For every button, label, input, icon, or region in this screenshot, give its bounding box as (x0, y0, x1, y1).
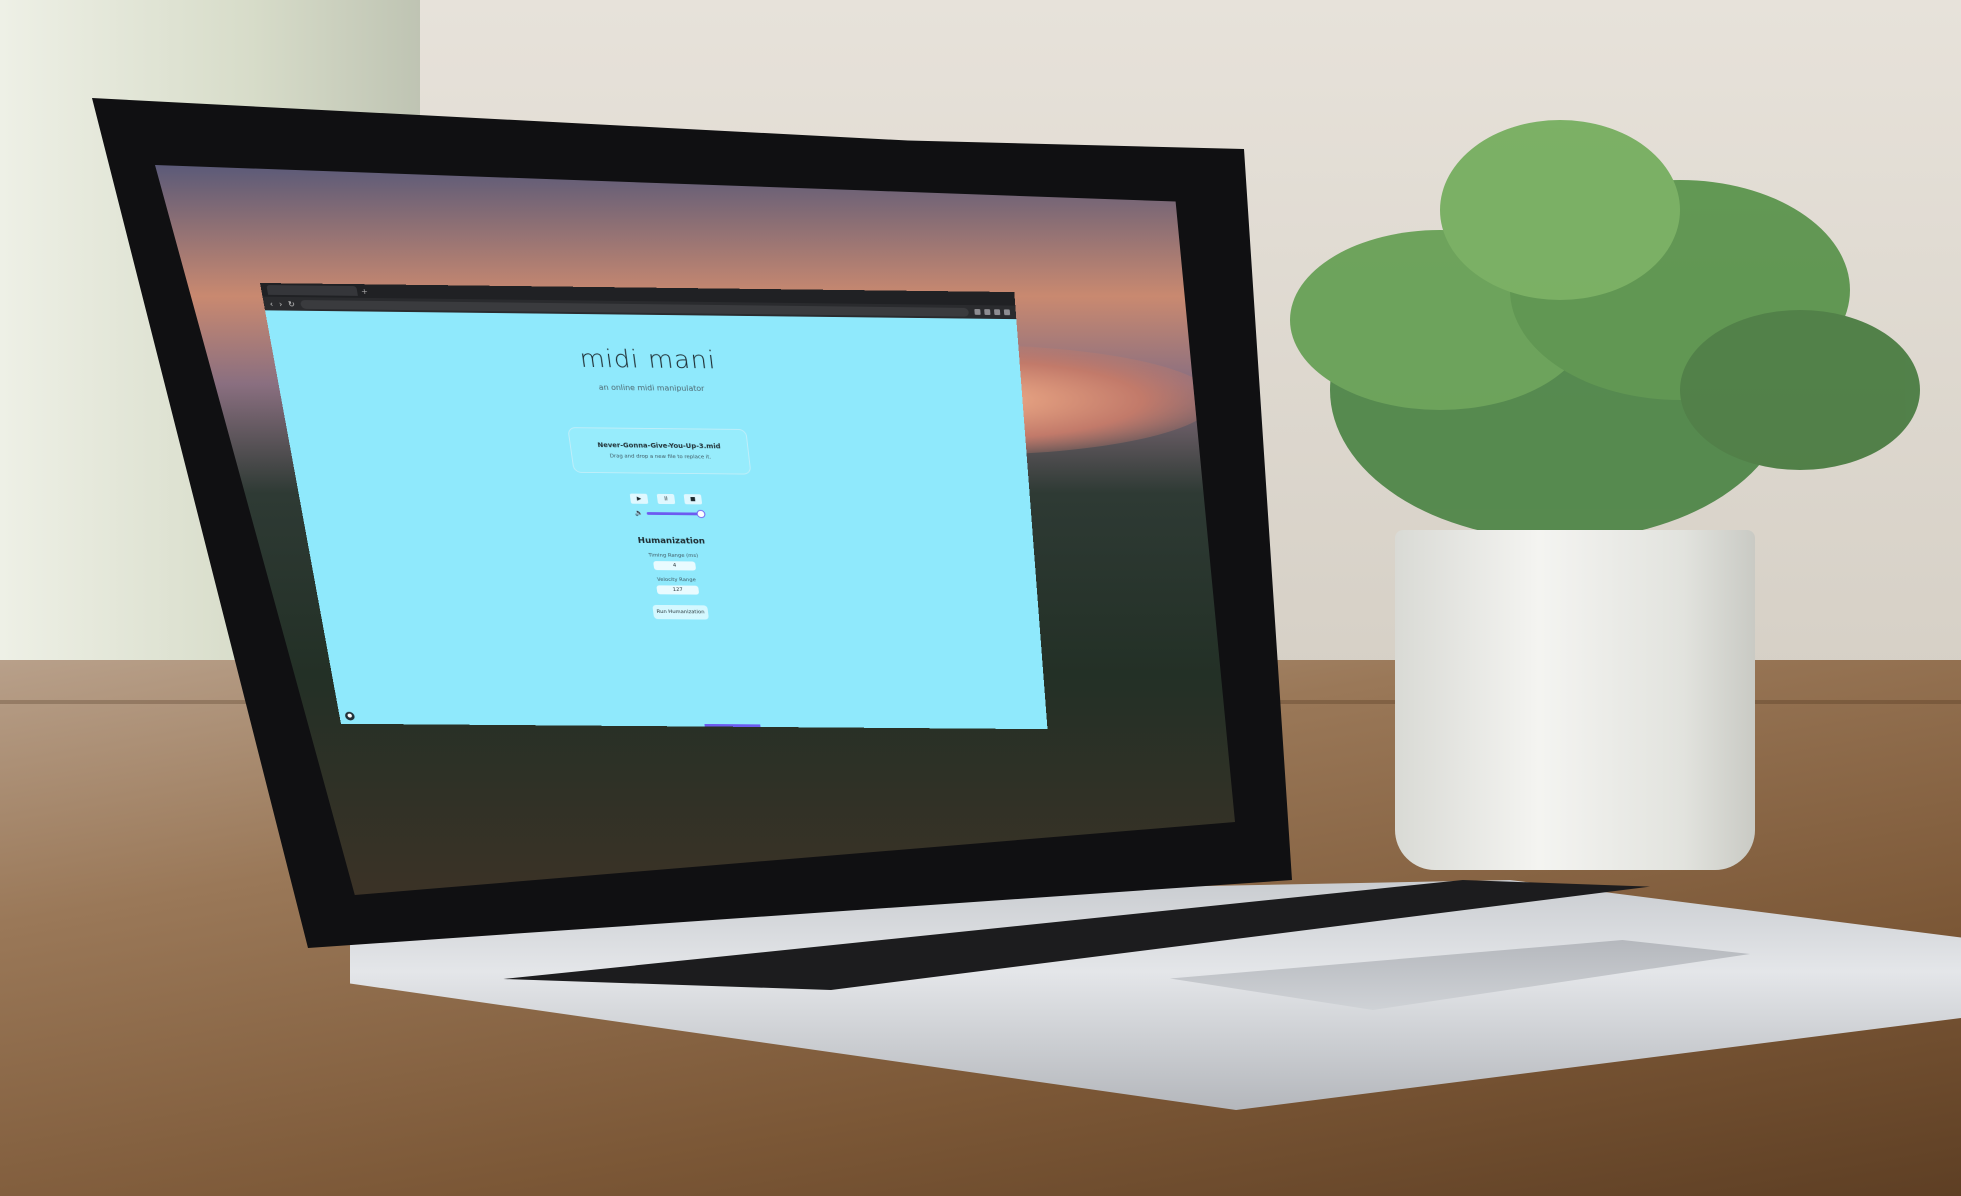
file-dropzone[interactable]: Never-Gonna-Give-You-Up-3.mid Drag and d… (567, 427, 752, 475)
app-page: midi mani an online midi manipulator Nev… (265, 310, 1048, 730)
app-logo-icon[interactable]: ● (344, 711, 356, 721)
velocity-range-label: Velocity Range (656, 577, 697, 584)
browser-window: + ‹ › ↻ midi mani an online midi manipul… (260, 283, 1048, 730)
page-subtitle: an online midi manipulator (598, 383, 705, 393)
page-title: midi mani (577, 344, 718, 376)
extension-icon[interactable] (974, 309, 981, 315)
extension-icon[interactable] (993, 309, 1001, 316)
volume-slider-knob[interactable] (696, 509, 707, 518)
stop-button[interactable]: ■ (683, 494, 703, 505)
bottom-accent-bar (704, 723, 761, 727)
play-button[interactable]: ▶ (629, 493, 649, 504)
plant-pot (1395, 530, 1755, 870)
volume-slider[interactable] (646, 509, 707, 518)
loaded-filename: Never-Gonna-Give-You-Up-3.mid (597, 441, 721, 451)
forward-icon[interactable]: › (278, 299, 283, 308)
volume-icon: 🔈 (634, 509, 644, 517)
back-icon[interactable]: ‹ (269, 299, 274, 308)
new-tab-button[interactable]: + (360, 287, 368, 296)
humanization-title: Humanization (637, 536, 706, 547)
volume-slider-fill (646, 511, 701, 515)
timing-range-input[interactable]: 4 (653, 561, 697, 571)
extension-icons (974, 309, 1011, 316)
extension-icon[interactable] (984, 309, 991, 315)
volume-row: 🔈 (301, 506, 1032, 520)
plant-leaves (1290, 120, 1920, 540)
browser-tab[interactable] (266, 285, 358, 296)
extension-icon[interactable] (1003, 309, 1011, 316)
run-humanization-button[interactable]: Run Humanization (652, 604, 709, 620)
timing-range-label: Timing Range (ms) (648, 552, 699, 559)
velocity-range-input[interactable]: 127 (656, 585, 700, 595)
reload-icon[interactable]: ↻ (287, 299, 295, 308)
playback-controls: ▶ II ■ (298, 490, 1031, 507)
pause-button[interactable]: II (656, 493, 676, 505)
dropzone-hint: Drag and drop a new file to replace it. (609, 453, 712, 461)
